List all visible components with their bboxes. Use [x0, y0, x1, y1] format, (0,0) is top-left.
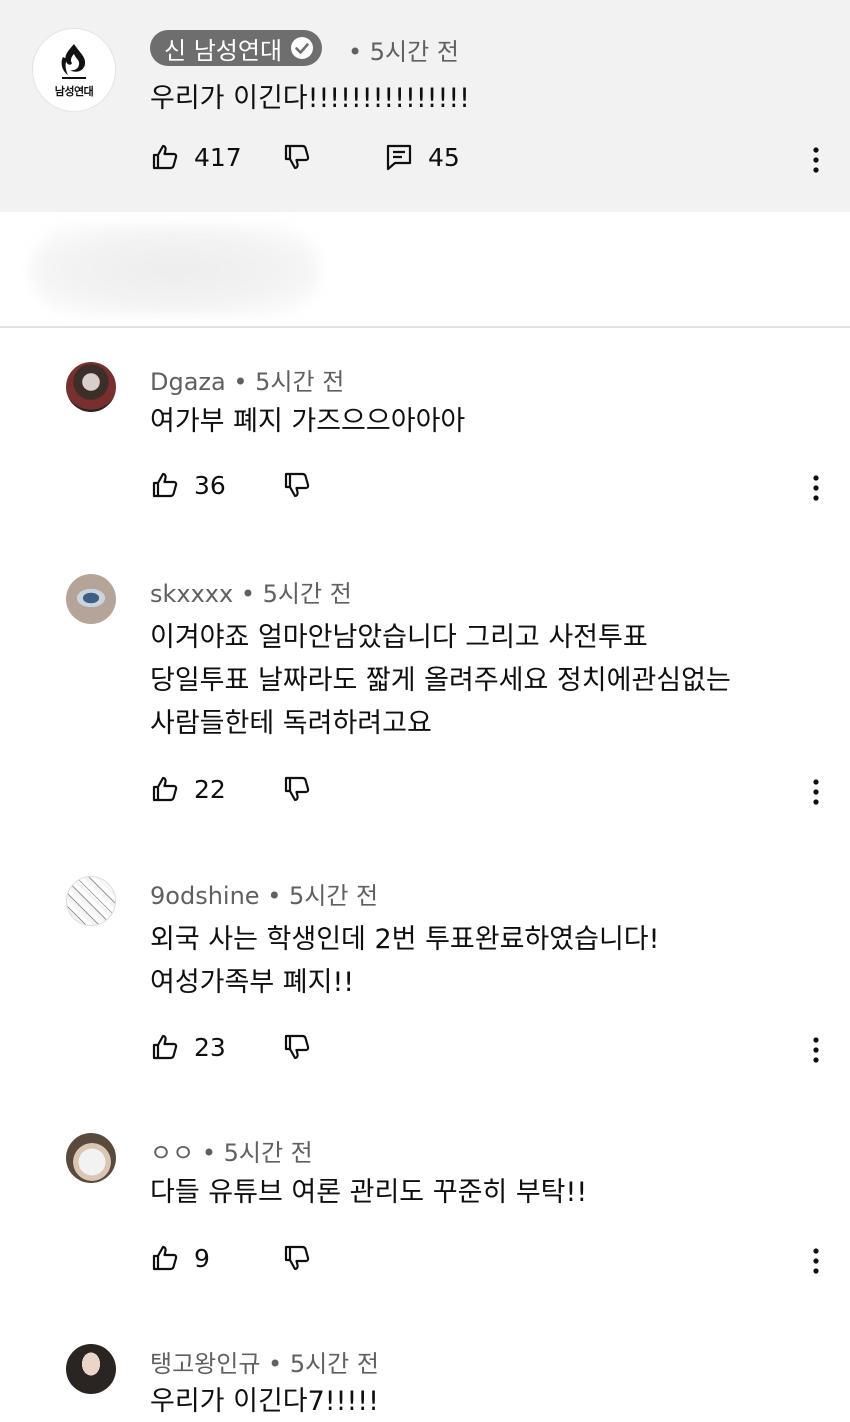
author-name[interactable]: Dgaza [150, 368, 226, 396]
channel-logo-text: 남성연대 [54, 85, 94, 98]
comment-time: • 5시간 전 [240, 580, 352, 608]
thumbs-down-icon [284, 1034, 310, 1060]
channel-owner-chip[interactable]: 신 남성연대 [150, 30, 323, 66]
comment-time: • 5시간 전 [268, 1350, 379, 1378]
more-vertical-icon [813, 475, 819, 501]
more-options-button[interactable] [802, 1032, 830, 1068]
more-options-button[interactable] [802, 1243, 830, 1279]
comment-actions: 9 [150, 1243, 850, 1283]
avatar[interactable] [66, 362, 116, 412]
comment-time: • 5시간 전 [233, 368, 345, 396]
more-vertical-icon [813, 1248, 819, 1274]
comment-line: 이겨야죠 얼마안남았습니다 그리고 사전투표 [150, 622, 648, 653]
flame-logo-icon [61, 44, 86, 79]
reply-button[interactable]: 45 [384, 142, 460, 172]
like-button[interactable]: 9 [150, 1243, 210, 1273]
comment-text: 다들 유튜브 여론 관리도 꾸준히 부탁!! [150, 1173, 587, 1213]
avatar[interactable] [66, 1133, 116, 1183]
comment-header: ㅇㅇ • 5시간 전 [150, 1133, 313, 1168]
pinned-comment: 남성연대 신 남성연대 • 5시간 전 우리가 이긴다!!!!!!!!!!!!!… [0, 0, 850, 212]
author-name[interactable]: 9odshine [150, 882, 260, 910]
comment-text: 여가부 폐지 가즈으으아아아 [150, 402, 465, 442]
thumbs-down-icon [284, 1245, 310, 1271]
dislike-button[interactable] [282, 1243, 312, 1273]
more-vertical-icon [813, 147, 819, 173]
comment-time: • 5시간 전 [201, 1139, 313, 1167]
comment-line: 다들 유튜브 여론 관리도 꾸준히 부탁!! [150, 1177, 588, 1208]
comment-text: 이겨야죠 얼마안남았습니다 그리고 사전투표 당일투표 날짜라도 짧게 올려주세… [150, 616, 731, 745]
thumbs-up-icon [152, 144, 178, 170]
comment-header: skxxxx • 5시간 전 [150, 574, 352, 609]
blurred-content [30, 225, 320, 315]
like-count: 9 [194, 1243, 210, 1273]
like-count: 36 [194, 470, 226, 500]
more-vertical-icon [813, 779, 819, 805]
thumbs-down-icon [284, 144, 310, 170]
avatar[interactable] [66, 1344, 116, 1394]
thumbs-down-icon [284, 776, 310, 802]
author-name[interactable]: ㅇㅇ [150, 1139, 194, 1167]
comment-line: 여성가족부 폐지!! [150, 967, 355, 998]
comment-text: 외국 사는 학생인데 2번 투표완료하였습니다! 여성가족부 폐지!! [150, 918, 659, 1004]
like-button[interactable]: 36 [150, 470, 226, 500]
dislike-button[interactable] [282, 470, 312, 500]
thumbs-up-icon [152, 1034, 178, 1060]
comment-line: 외국 사는 학생인데 2번 투표완료하였습니다! [150, 924, 660, 955]
author-name[interactable]: skxxxx [150, 580, 233, 608]
like-count: 22 [194, 774, 226, 804]
comment-text: 우리가 이긴다7!!!!! [150, 1382, 379, 1422]
channel-avatar[interactable]: 남성연대 [32, 28, 116, 112]
like-count: 417 [194, 142, 242, 172]
reply-count: 45 [428, 142, 460, 172]
dislike-button[interactable] [282, 774, 312, 804]
comment-line: 여가부 폐지 가즈으으아아아 [150, 406, 466, 437]
more-vertical-icon [813, 1037, 819, 1063]
comment-time: • 5시간 전 [267, 882, 379, 910]
more-options-button[interactable] [802, 774, 830, 810]
comment-header: Dgaza • 5시간 전 [150, 362, 344, 397]
comment-header: 9odshine • 5시간 전 [150, 876, 378, 911]
comment-line: 당일투표 날짜라도 짧게 올려주세요 정치에관심없는 [150, 665, 731, 696]
author-name: 신 남성연대 [164, 36, 283, 65]
like-count: 23 [194, 1032, 226, 1062]
more-options-button[interactable] [802, 142, 830, 178]
thumbs-up-icon [152, 1245, 178, 1271]
thumbs-down-icon [284, 472, 310, 498]
comment-actions: 22 [150, 774, 850, 814]
verified-check-icon [291, 37, 314, 59]
comment-header: 탱고왕인규 • 5시간 전 [150, 1344, 379, 1379]
comment-line: 우리가 이긴다7!!!!! [150, 1386, 379, 1417]
comment-text: 우리가 이긴다!!!!!!!!!!!!!!! [150, 83, 470, 114]
avatar[interactable] [66, 574, 116, 624]
comment-actions: 417 45 [150, 142, 850, 182]
thumbs-up-icon [152, 776, 178, 802]
comment-actions: 36 [150, 470, 850, 510]
more-options-button[interactable] [802, 470, 830, 506]
reply-comment-icon [386, 144, 412, 171]
author-name[interactable]: 탱고왕인규 [150, 1350, 260, 1378]
like-button[interactable]: 417 [150, 142, 242, 172]
avatar[interactable] [66, 876, 116, 926]
like-button[interactable]: 22 [150, 774, 226, 804]
dislike-button[interactable] [282, 142, 312, 172]
comment-actions: 23 [150, 1032, 850, 1072]
like-button[interactable]: 23 [150, 1032, 226, 1062]
thumbs-up-icon [152, 472, 178, 498]
dislike-button[interactable] [282, 1032, 312, 1062]
comment-line: 사람들한테 독려하려고요 [150, 708, 432, 739]
comment-time: • 5시간 전 [348, 38, 459, 66]
